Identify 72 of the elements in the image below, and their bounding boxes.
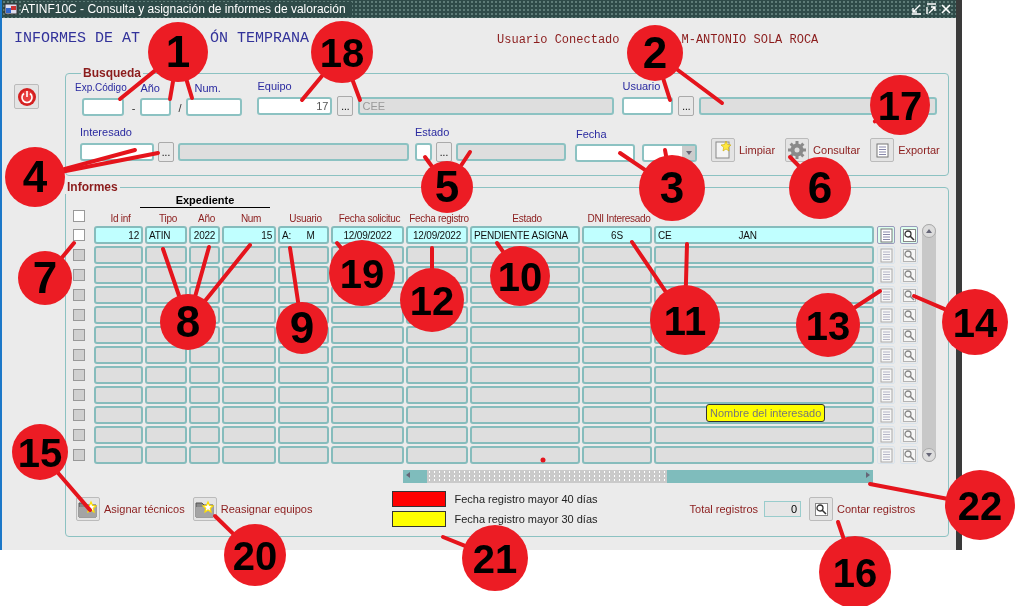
- table-cell: 12/09/2022: [331, 226, 404, 244]
- callout-marker: 6: [789, 157, 851, 219]
- table-cell: 12/09/2022: [406, 226, 468, 244]
- separator-text: /: [178, 102, 182, 114]
- lookup-button[interactable]: ...: [436, 142, 452, 162]
- column-header: Tipo: [158, 213, 178, 224]
- field-label: Interesado: [80, 126, 132, 140]
- field-label: Estado: [415, 126, 450, 140]
- callout-marker: 16: [819, 536, 891, 606]
- column-header: Num: [239, 213, 263, 224]
- field-label: Usuario: [622, 80, 661, 94]
- callout-marker: 18: [311, 21, 373, 83]
- total-label: Total registros: [689, 503, 758, 515]
- field-label: Equipo: [257, 80, 292, 94]
- callout-marker: 20: [224, 524, 286, 586]
- legend-label: Fecha registro mayor 30 días: [454, 513, 598, 525]
- user-label: Usuario Conectado: [497, 33, 620, 47]
- group-header: Expediente: [140, 194, 270, 208]
- callout-marker: 15: [12, 424, 68, 480]
- callout-marker: 2: [627, 25, 683, 81]
- table-cell: CE JAN: [654, 226, 874, 244]
- table-cell: 12: [94, 226, 143, 244]
- callout-marker: 13: [796, 293, 860, 357]
- callout-marker: 14: [942, 289, 1008, 355]
- callout-marker: 10: [490, 246, 550, 306]
- table-cell: 2022: [189, 226, 220, 244]
- callout-marker: 4: [5, 147, 65, 207]
- field-label: Num.: [194, 82, 221, 96]
- lookup-button[interactable]: ...: [678, 96, 695, 116]
- callout-marker: 11: [650, 285, 720, 355]
- column-header: Año: [197, 213, 216, 224]
- action-button[interactable]: Reasignar equipos: [192, 497, 313, 521]
- callout-marker: 22: [945, 470, 1015, 540]
- table-cell: 15: [222, 226, 276, 244]
- window-title: ATINF10C - Consulta y asignación de informes de valoración: [21, 2, 352, 16]
- column-header: Id inf: [109, 213, 132, 224]
- input-field[interactable]: 17: [257, 97, 333, 115]
- tooltip: Nombre del interesado: [706, 404, 826, 422]
- column-header: Estado: [511, 213, 543, 224]
- count-button[interactable]: Contar registros: [809, 497, 916, 521]
- callout-marker: 5: [421, 161, 473, 213]
- frame-legend: Busqueda: [81, 66, 143, 80]
- frame-legend: Informes: [65, 180, 120, 194]
- callout-marker: 1: [148, 22, 208, 82]
- user-name: M-ANTONIO SOLA ROCA: [681, 33, 819, 47]
- callout-marker: 19: [329, 240, 395, 306]
- table-cell: ATIN: [145, 226, 187, 244]
- form-title: INFORMES DE AT: [14, 30, 141, 47]
- column-header: Usuario: [288, 213, 323, 224]
- action-button[interactable]: Limpiar: [711, 138, 776, 162]
- table-cell: PENDIENTE ASIGNA: [470, 226, 580, 244]
- callout-marker: 17: [870, 75, 930, 135]
- field-label: Fecha: [576, 128, 607, 142]
- action-button[interactable]: Asignar técnicos: [76, 497, 185, 521]
- table-cell: A: M: [278, 226, 329, 244]
- form-title: ÓN TEMPRANA: [210, 30, 310, 47]
- callout-marker: 21: [462, 525, 528, 591]
- lookup-button[interactable]: ...: [158, 142, 174, 162]
- description-field: CEE: [358, 97, 615, 115]
- column-header: Fecha solicituc: [337, 213, 402, 224]
- field-label: Año: [140, 82, 160, 96]
- action-button[interactable]: Exportar: [870, 138, 940, 162]
- column-header: Fecha registro: [408, 213, 470, 224]
- table-cell: 6S: [582, 226, 652, 244]
- legend-label: Fecha registro mayor 40 días: [454, 493, 598, 505]
- lookup-button[interactable]: ...: [337, 96, 354, 116]
- total-field: 0: [764, 501, 801, 517]
- callout-marker: 8: [160, 294, 216, 350]
- callout-marker: 7: [18, 251, 72, 305]
- field-label: Exp.Código: [75, 82, 127, 95]
- separator-text: -: [131, 102, 136, 114]
- column-header: DNI Interesado: [586, 213, 652, 224]
